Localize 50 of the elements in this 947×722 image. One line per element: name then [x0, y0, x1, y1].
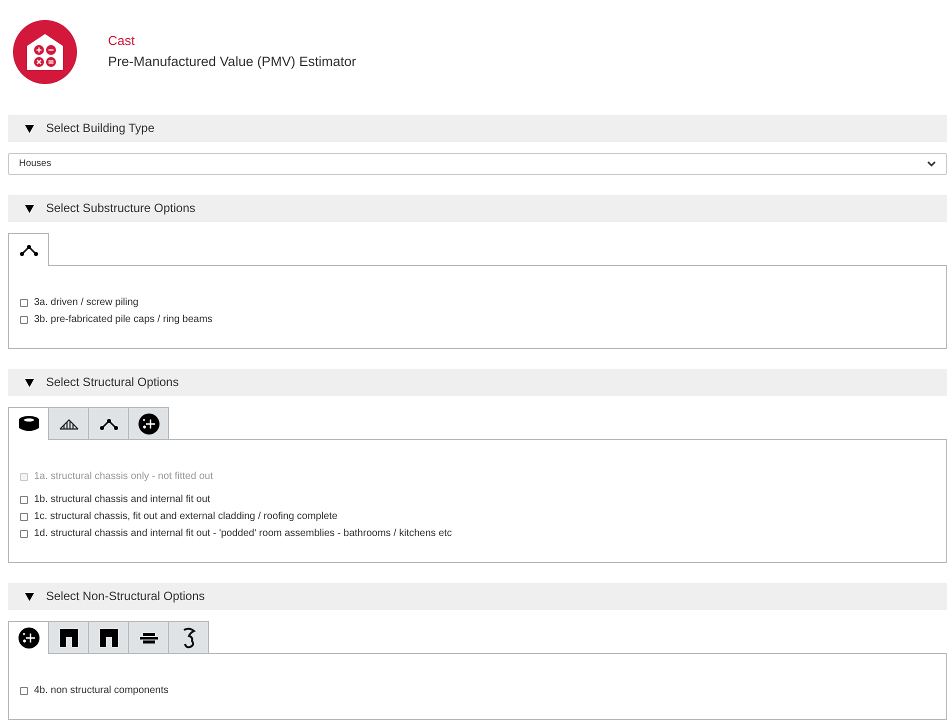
option-tab[interactable] — [168, 621, 209, 653]
section-header[interactable]: Select Structural Options — [8, 369, 947, 396]
crane-hook-icon — [180, 626, 196, 648]
option-tab[interactable] — [88, 621, 129, 653]
chevron-down-icon — [927, 161, 936, 167]
section-title: Select Substructure Options — [46, 200, 196, 217]
section-title: Select Structural Options — [46, 374, 179, 391]
collapse-triangle-icon — [25, 378, 34, 386]
option-label: 3a. driven / screw piling — [34, 296, 138, 310]
option-tab[interactable] — [128, 621, 169, 653]
option-label: 1a. structural chassis only - not fitted out — [34, 470, 213, 484]
nodes-icon — [98, 418, 118, 430]
option-label: 3b. pre-fabricated pile caps / ring beams — [34, 313, 212, 327]
option-tab[interactable] — [128, 407, 169, 439]
option-tab[interactable] — [48, 407, 89, 439]
section-header[interactable]: Select Building Type — [8, 115, 947, 142]
arch-icon — [98, 628, 118, 648]
plus-circle-icon — [18, 627, 40, 649]
house-calculator-logo — [13, 20, 77, 84]
section-header[interactable]: Select Substructure Options — [8, 195, 947, 222]
app-title: Cast — [108, 32, 136, 50]
checkbox[interactable] — [20, 686, 28, 694]
checkbox[interactable] — [20, 530, 28, 538]
option-tab[interactable] — [88, 407, 129, 439]
collapse-triangle-icon — [25, 592, 34, 600]
option-label: 4b. non structural components — [34, 684, 169, 698]
option-tab[interactable] — [8, 621, 49, 654]
layers-icon — [18, 415, 40, 433]
checkbox[interactable] — [20, 496, 28, 504]
building-type-select[interactable]: Houses — [8, 153, 947, 175]
option-tab[interactable] — [8, 407, 49, 440]
section-title: Select Building Type — [46, 120, 155, 137]
option-tab[interactable] — [48, 621, 89, 653]
arch-icon — [58, 628, 78, 648]
option-label: 1d. structural chassis and internal fit out - 'podded' room assemblies - bathrooms / kitchens etc — [34, 527, 452, 541]
checkbox[interactable] — [20, 512, 28, 520]
section-header[interactable]: Select Non-Structural Options — [8, 583, 947, 610]
app-subtitle: Pre-Manufactured Value (PMV) Estimator — [108, 53, 356, 71]
option-label: 1b. structural chassis and internal fit out — [34, 493, 210, 507]
nodes-icon — [18, 244, 38, 256]
checkbox[interactable] — [20, 316, 28, 324]
roof-trusses-icon — [58, 418, 78, 430]
collapse-triangle-icon — [25, 204, 34, 212]
checkbox[interactable] — [20, 298, 28, 306]
plus-circle-icon — [138, 412, 160, 434]
option-tab[interactable] — [8, 233, 49, 266]
option-label: 1c. structural chassis, fit out and external cladding / roofing complete — [34, 510, 338, 524]
collapse-triangle-icon — [25, 124, 34, 132]
section-title: Select Non-Structural Options — [46, 588, 205, 605]
bricks-icon — [138, 632, 158, 644]
